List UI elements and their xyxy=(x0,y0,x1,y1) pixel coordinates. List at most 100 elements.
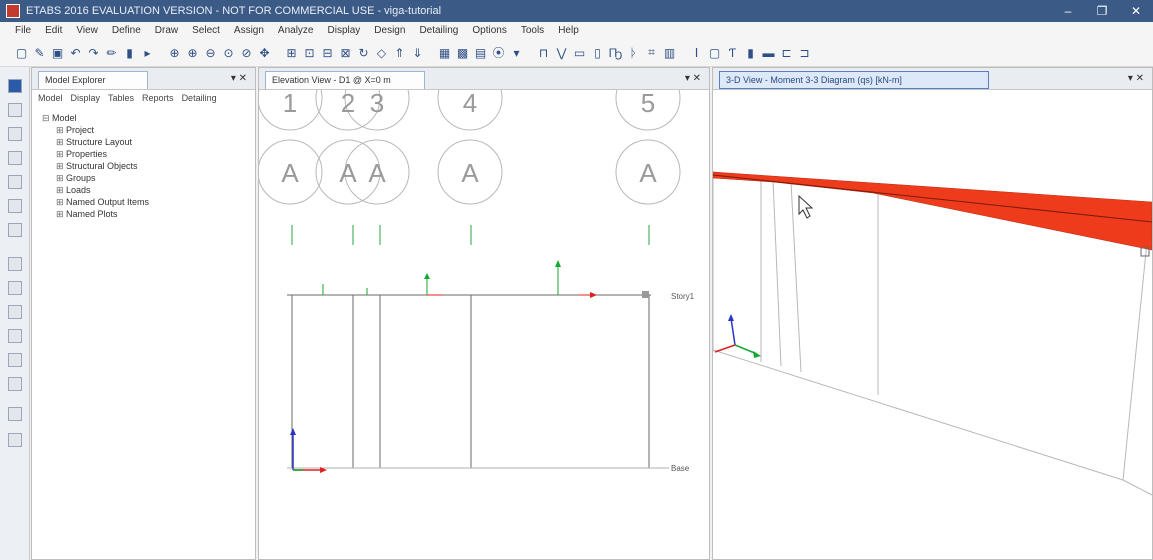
grid-icon[interactable]: ⌗ xyxy=(644,45,659,60)
tree-item[interactable]: ⊞ Properties xyxy=(42,148,149,160)
table-icon[interactable]: ▥ xyxy=(662,45,677,60)
elevation-view-tab[interactable]: Elevation View - D1 @ X=0 m xyxy=(265,71,425,89)
menu-design[interactable]: Design xyxy=(367,25,412,36)
tree-item[interactable]: ⊞ Named Plots xyxy=(42,208,149,220)
section-angle-icon[interactable]: ⊐ xyxy=(797,45,812,60)
wall-draw-icon[interactable]: ▯ xyxy=(590,45,605,60)
object-shrink-icon[interactable]: ▦ xyxy=(437,45,452,60)
tree-item[interactable]: ⊞ Groups xyxy=(42,172,149,184)
expand-icon[interactable]: ⊞ xyxy=(56,124,66,136)
expand-icon[interactable]: ⊞ xyxy=(56,172,66,184)
rotate-icon[interactable]: ↻ xyxy=(356,45,371,60)
elevation-view-controls[interactable]: ▾ ✕ xyxy=(685,73,701,84)
model-explorer-tab[interactable]: Model Explorer xyxy=(38,71,148,89)
draw-slab-icon[interactable] xyxy=(8,329,22,343)
move-down-icon[interactable]: ⇓ xyxy=(410,45,425,60)
etabs-app-icon[interactable] xyxy=(6,4,20,18)
open-icon[interactable]: ✎ xyxy=(32,45,47,60)
draw-tendon-icon[interactable] xyxy=(8,433,22,447)
frame-draw-icon[interactable]: ⊓ xyxy=(536,45,551,60)
menu-help[interactable]: Help xyxy=(551,25,586,36)
model-explorer-controls[interactable]: ▾ ✕ xyxy=(231,73,247,84)
3d-canvas[interactable] xyxy=(713,90,1152,560)
draw-column-icon[interactable] xyxy=(8,175,22,189)
3d-view-tab[interactable]: 3-D View - Moment 3-3 Diagram (qs) [kN-m… xyxy=(719,71,989,89)
undo-icon[interactable]: ↶ xyxy=(68,45,83,60)
pan-icon[interactable]: ✥ xyxy=(257,45,272,60)
redo-icon[interactable]: ↷ xyxy=(86,45,101,60)
tree-item[interactable]: ⊞ Project xyxy=(42,124,149,136)
expand-icon[interactable]: ⊞ xyxy=(56,136,66,148)
new-model-icon[interactable]: ▢ xyxy=(14,45,29,60)
section-channel-icon[interactable]: ⊏ xyxy=(779,45,794,60)
restore-button[interactable]: ❐ xyxy=(1085,0,1119,22)
tree-item[interactable]: ⊞ Structural Objects xyxy=(42,160,149,172)
section-i-icon[interactable]: Ⅰ xyxy=(689,45,704,60)
draw-beam-icon[interactable] xyxy=(8,151,22,165)
draw-joint-icon[interactable] xyxy=(8,103,22,117)
joint-icon[interactable]: Ҧ xyxy=(608,45,623,60)
section-bar-icon[interactable]: ▬ xyxy=(761,45,776,60)
pencil-icon[interactable]: ✏ xyxy=(104,45,119,60)
menu-options[interactable]: Options xyxy=(465,25,513,36)
subtab-model[interactable]: Model xyxy=(38,93,63,103)
lock-icon[interactable]: ▮ xyxy=(122,45,137,60)
3d-view-controls[interactable]: ▾ ✕ xyxy=(1128,73,1144,84)
menu-detailing[interactable]: Detailing xyxy=(412,25,465,36)
draw-floor-icon[interactable] xyxy=(8,257,22,271)
link-icon[interactable]: ᚦ xyxy=(626,45,641,60)
tree-item[interactable]: ⊞ Loads xyxy=(42,184,149,196)
tree-item[interactable]: ⊞ Structure Layout xyxy=(42,136,149,148)
zoom-all-icon[interactable]: ⊙ xyxy=(221,45,236,60)
section-rect-icon[interactable]: ▮ xyxy=(743,45,758,60)
perspective-icon[interactable]: ◇ xyxy=(374,45,389,60)
move-up-icon[interactable]: ⇑ xyxy=(392,45,407,60)
section-t-icon[interactable]: Ƭ xyxy=(725,45,740,60)
elevation-view-icon[interactable]: ⊠ xyxy=(338,45,353,60)
section-box-icon[interactable]: ▢ xyxy=(707,45,722,60)
menu-tools[interactable]: Tools xyxy=(514,25,551,36)
draw-frame-icon[interactable] xyxy=(8,127,22,141)
rubberband-icon[interactable]: ⊞ xyxy=(284,45,299,60)
expand-icon[interactable]: ⊞ xyxy=(56,196,66,208)
menu-display[interactable]: Display xyxy=(321,25,368,36)
collapse-icon[interactable]: ⊟ xyxy=(42,112,52,124)
draw-dimension-icon[interactable] xyxy=(8,353,22,367)
set-display-options-icon[interactable]: ▩ xyxy=(455,45,470,60)
pointer-tool-icon[interactable] xyxy=(8,79,22,93)
elevation-canvas[interactable]: 1 2 3 4 5 A A A A A Story1 Base xyxy=(259,90,709,560)
zoom-previous-icon[interactable]: ⊘ xyxy=(239,45,254,60)
close-button[interactable]: ✕ xyxy=(1119,0,1153,22)
menu-select[interactable]: Select xyxy=(185,25,227,36)
draw-section-cut-icon[interactable] xyxy=(8,377,22,391)
draw-opening-icon[interactable] xyxy=(8,281,22,295)
zoom-out-icon[interactable]: ⊖ xyxy=(203,45,218,60)
expand-icon[interactable]: ⊞ xyxy=(56,184,66,196)
expand-icon[interactable]: ⊞ xyxy=(56,160,66,172)
tree-root[interactable]: ⊟ Model xyxy=(42,112,149,124)
display-options-icon[interactable]: ▤ xyxy=(473,45,488,60)
subtab-detailing[interactable]: Detailing xyxy=(182,93,217,103)
dropdown-arrow-icon[interactable]: ▾ xyxy=(509,45,524,60)
draw-wall-icon[interactable] xyxy=(8,223,22,237)
menu-draw[interactable]: Draw xyxy=(148,25,185,36)
draw-reference-icon[interactable] xyxy=(8,407,22,421)
zoom-in-icon[interactable]: ⊕ xyxy=(185,45,200,60)
subtab-tables[interactable]: Tables xyxy=(108,93,134,103)
minimize-button[interactable]: – xyxy=(1051,0,1085,22)
draw-brace-icon[interactable] xyxy=(8,199,22,213)
zoom-window-icon[interactable]: ⊕ xyxy=(167,45,182,60)
menu-define[interactable]: Define xyxy=(105,25,148,36)
subtab-reports[interactable]: Reports xyxy=(142,93,174,103)
subtab-display[interactable]: Display xyxy=(71,93,101,103)
menu-view[interactable]: View xyxy=(69,25,105,36)
slab-draw-icon[interactable]: ▭ xyxy=(572,45,587,60)
brace-draw-icon[interactable]: ⋁ xyxy=(554,45,569,60)
save-icon[interactable]: ▣ xyxy=(50,45,65,60)
menu-assign[interactable]: Assign xyxy=(227,25,271,36)
run-analysis-icon[interactable]: ▸ xyxy=(140,45,155,60)
3d-view-icon[interactable]: ⊡ xyxy=(302,45,317,60)
menu-analyze[interactable]: Analyze xyxy=(271,25,321,36)
tree-item[interactable]: ⊞ Named Output Items xyxy=(42,196,149,208)
deformed-shape-icon[interactable]: ⦿ xyxy=(491,45,506,60)
